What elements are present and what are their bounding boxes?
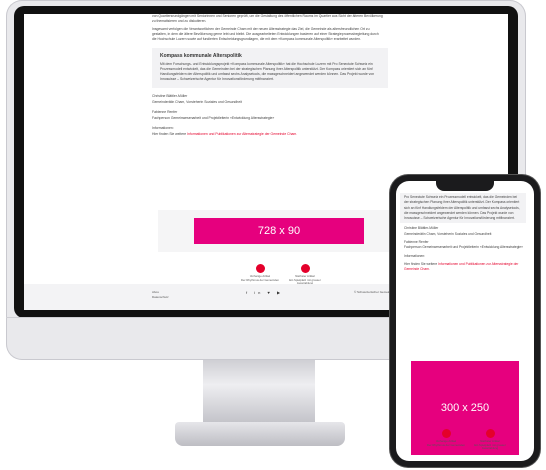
youtube-icon[interactable]: ▶ [277,290,283,295]
next-article[interactable]: Nächster Artikel Ein Spielplatz mit gros… [282,264,328,286]
phone-device: Pro Senectute Schweiz ein Prozessmodell … [390,175,540,467]
article-paragraph: von Quartiersrundgängen mit Seniorinnen … [152,14,383,23]
info-line: Hier finden Sie weitere Informationen un… [404,262,526,273]
info-prefix: Hier finden Sie weitere [152,132,188,136]
info-line: Hier finden Sie weitere Informationen un… [152,132,384,137]
prev-article[interactable]: Vorherige Artikel Der Rhythmus der Gemei… [426,429,466,447]
footer-link[interactable]: Datenschutz [152,295,169,300]
contact-role: Fachperson Gemeinwesenarbeit und Projekt… [152,116,275,120]
info-label: Informationen: [152,126,174,130]
info-prefix: Hier finden Sie weitere [404,261,439,266]
info-link[interactable]: Informationen und Publikationen zur Alte… [187,132,297,136]
mobile-kompass-text: Pro Senectute Schweiz ein Prozessmodell … [400,193,526,224]
prev-sub: Der Rhythmus der Gemeinden [241,277,279,282]
contact-role: Gemeinderätin Cham, Vorsteherin Soziales… [152,100,242,104]
kompass-box: Kompass kommunale Alterspolitik Mit dem … [152,48,388,88]
linkedin-icon[interactable]: in [254,290,263,295]
footer-links: Abos Datenschutz [152,290,169,300]
phone-screen: Pro Senectute Schweiz ein Prozessmodell … [396,181,534,461]
facebook-icon[interactable]: f [246,290,250,295]
article-paragraph: Insgesamt verfolgen die Verantwortlichen… [152,27,379,41]
phone-notch [436,181,494,191]
kompass-title: Kompass kommunale Alterspolitik [160,53,242,59]
info-label: Informationen: [404,253,426,258]
next-arrow-icon [300,264,310,273]
kompass-text: Mit dem Forschungs- und Entwicklungsproj… [160,62,375,81]
contact-name: Fabienne Renfer [404,240,429,245]
contact-name: Fabienne Renfer [152,110,178,114]
contact-role: Fachperson Gemeinwesenarbeit und Projekt… [404,245,523,250]
monitor-stand-neck [203,360,315,422]
social-icons: f in ♥ ▶ [246,290,283,295]
mobile-contact: Christine Blättler-Müller Gemeinderätin … [404,226,526,237]
next-article[interactable]: Nächster Artikel Ein Spielplatz mit gros… [470,429,510,451]
prev-sub: Der Rhythmus der Gemeinden [427,442,465,447]
prev-arrow-icon [441,429,451,438]
prev-arrow-icon [255,264,265,273]
contact-name: Christine Blättler-Müller [404,226,439,231]
next-arrow-icon [485,429,495,438]
monitor-stand-base [175,422,345,446]
mobile-article-content: Pro Senectute Schweiz ein Prozessmodell … [400,193,526,276]
next-sub: Ein Spielplatz mit grosser Ausstrahlung [474,442,506,451]
leaderboard-ad[interactable]: 728 x 90 [194,218,364,244]
contact-block: Christine Blättler-Müller Gemeinderätin … [152,94,384,137]
article-content: von Quartiersrundgängen mit Seniorinnen … [152,14,388,138]
prev-article[interactable]: Vorherige Artikel Der Rhythmus der Gemei… [238,264,282,282]
contact-name: Christine Blättler-Müller [152,94,188,98]
contact-role: Gemeinderätin Cham, Vorsteherin Soziales… [404,231,492,236]
heart-icon[interactable]: ♥ [268,290,273,295]
mobile-contact: Fabienne Renfer Fachperson Gemeinwesenar… [404,240,526,251]
